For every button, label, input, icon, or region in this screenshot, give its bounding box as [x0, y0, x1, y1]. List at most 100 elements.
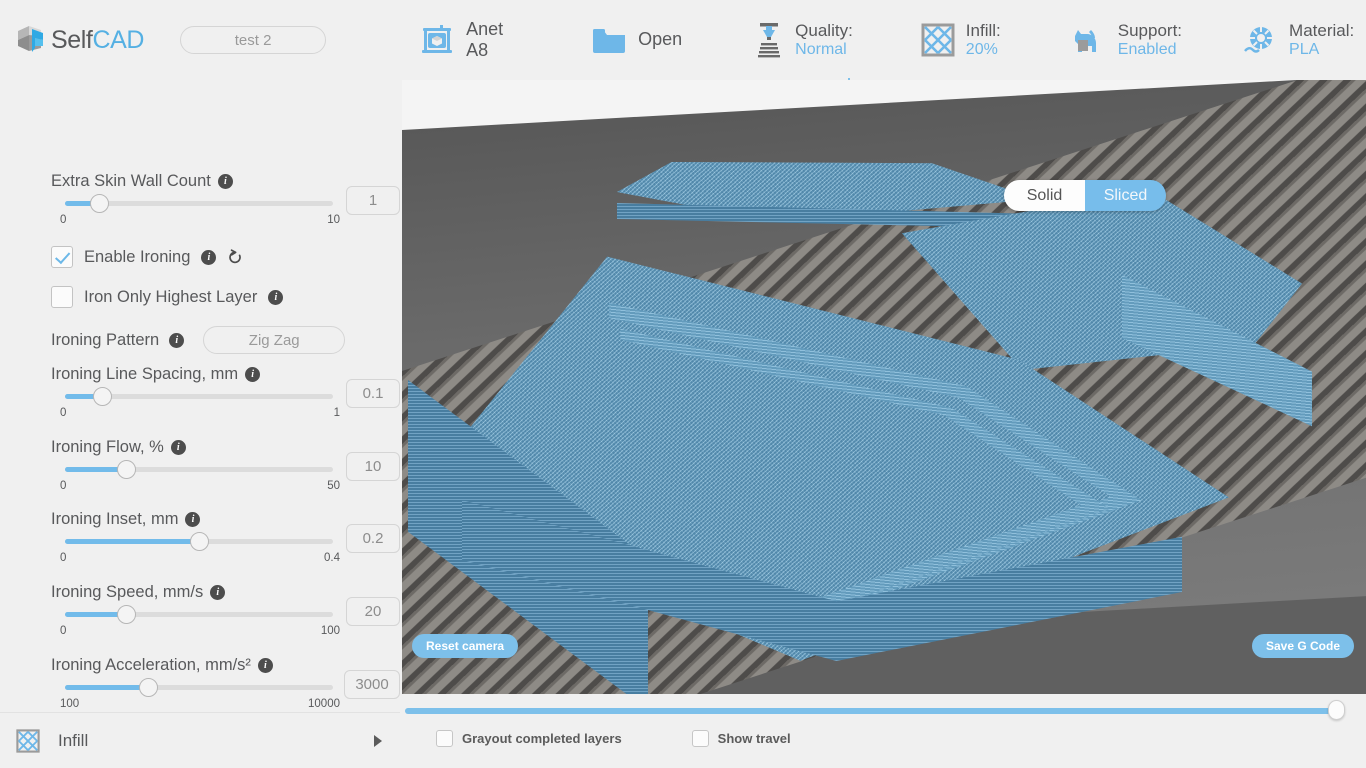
slider-max-label: 100 [320, 625, 340, 637]
viewport-options: Grayout completed layers Show travel [436, 730, 791, 747]
quality-label-group: Quality: Normal [795, 21, 853, 60]
support-dog-icon [1069, 24, 1107, 56]
slider-fill [65, 685, 149, 690]
setting-value-input[interactable]: 0.1 [346, 379, 400, 408]
info-icon[interactable]: i [257, 658, 273, 673]
slider-min-label: 0 [60, 407, 67, 419]
setting-label: Ironing Line Spacing, mm [51, 365, 239, 383]
slider-track[interactable] [65, 605, 333, 624]
support-label: Support: [1117, 20, 1183, 40]
setting-checkbox[interactable] [51, 286, 73, 308]
slider-row: 0 10 1 [0, 186, 400, 235]
slider-min-label: 100 [60, 698, 80, 710]
infill-grid-icon [921, 23, 955, 57]
layer-slider[interactable] [405, 700, 1345, 720]
infill-label-group: Infill: 20% [966, 21, 1001, 60]
setting-label-group: Ironing Line Spacing, mm i [0, 365, 400, 384]
slider-row: 0 100 20 [0, 597, 400, 646]
setting-row: Extra Skin Wall Count i 0 10 1 [0, 172, 400, 235]
checkbox-row[interactable]: Iron Only Highest Layer i [0, 286, 400, 308]
reset-icon[interactable] [227, 249, 243, 265]
project-name-input[interactable] [180, 26, 327, 54]
info-icon[interactable]: i [217, 174, 233, 189]
info-icon[interactable]: i [201, 249, 217, 265]
slider-thumb[interactable] [90, 194, 110, 213]
slider-row: 0 1 0.1 [0, 379, 400, 428]
checkbox-row[interactable]: Enable Ironing i [0, 246, 400, 268]
printer-name: Anet A8 [466, 18, 504, 60]
view-mode-toggle[interactable]: Solid Sliced [1004, 180, 1166, 211]
slider-track[interactable] [65, 678, 333, 697]
setting-row: Enable Ironing i [0, 246, 400, 268]
info-icon[interactable]: i [268, 289, 284, 305]
slider-min-label: 0 [60, 480, 67, 492]
open-label-group: Open [638, 29, 682, 50]
setting-value-input[interactable]: 3000 [344, 670, 400, 699]
setting-label: Ironing Acceleration, mm/s² [51, 656, 251, 674]
option-checkbox[interactable] [436, 730, 453, 747]
info-icon[interactable]: i [170, 440, 186, 455]
slider-thumb[interactable] [189, 532, 209, 551]
option-checkbox[interactable] [691, 730, 709, 747]
info-icon[interactable]: i [210, 585, 226, 600]
setting-value-input[interactable]: 20 [346, 597, 400, 626]
setting-value-input[interactable]: 10 [346, 452, 400, 481]
slider-min-label: 0 [60, 214, 67, 226]
setting-label-group: Ironing Acceleration, mm/s² i [0, 656, 400, 675]
view-mode-sliced[interactable]: Sliced [1085, 180, 1166, 211]
logo-text: SelfCAD [51, 26, 144, 55]
slider-thumb[interactable] [138, 678, 158, 697]
slider-thumb[interactable] [117, 605, 137, 624]
setting-label-group: Extra Skin Wall Count i [0, 172, 400, 191]
info-icon[interactable]: i [185, 512, 201, 527]
layer-slider-thumb[interactable] [1327, 700, 1345, 720]
checkbox-label: Enable Ironing [84, 247, 191, 266]
spool-icon [1242, 22, 1278, 58]
slider-track[interactable] [65, 194, 333, 213]
setting-row: Ironing Acceleration, mm/s² i 100 10000 3000 [0, 656, 400, 719]
reset-camera-button[interactable]: Reset camera [412, 634, 519, 658]
setting-value-input[interactable]: 1 [346, 186, 400, 215]
info-icon[interactable]: i [245, 367, 261, 382]
slider-track[interactable] [65, 460, 333, 479]
select-label: Ironing Pattern [51, 330, 160, 349]
sidebar-category-infill[interactable]: Infill [0, 712, 400, 768]
slider-thumb[interactable] [93, 387, 113, 406]
quality-button[interactable]: Quality: Normal [754, 0, 853, 80]
printer-selector-button[interactable]: Anet A8 [419, 0, 503, 80]
slider-row: 0 0.4 0.2 [0, 524, 400, 573]
printer-icon [419, 22, 455, 58]
setting-value-input[interactable]: 0.2 [346, 524, 400, 553]
slider-thumb[interactable] [117, 460, 137, 479]
bottom-bar: Grayout completed layers Show travel [400, 694, 1366, 768]
selfcad-slicer-window: SelfCAD Anet A8 [0, 0, 1366, 768]
setting-row: Ironing Inset, mm i 0 0.4 0.2 [0, 510, 400, 573]
option-label: Show travel [717, 731, 791, 746]
setting-label: Extra Skin Wall Count [51, 172, 211, 190]
layer-slider-fill [405, 708, 1336, 714]
3d-viewport[interactable]: Solid Sliced Reset camera Save G Code [402, 80, 1366, 694]
infill-button[interactable]: Infill: 20% [921, 0, 1001, 80]
quality-value: Normal [795, 40, 847, 58]
material-label-group: Material: PLA [1289, 21, 1354, 60]
slider-track[interactable] [65, 532, 333, 551]
slider-track[interactable] [65, 387, 333, 406]
nozzle-icon [754, 20, 784, 60]
viewport-option[interactable]: Grayout completed layers [436, 730, 622, 747]
slider-max-label: 1 [333, 407, 340, 419]
setting-checkbox[interactable] [51, 246, 73, 268]
open-button[interactable]: Open [591, 0, 682, 80]
slider-row: 0 50 10 [0, 452, 400, 501]
info-icon[interactable]: i [169, 332, 185, 348]
save-gcode-button[interactable]: Save G Code [1251, 634, 1354, 658]
slider-max-label: 10 [327, 214, 340, 226]
slider-fill [65, 539, 199, 544]
top-toolbar: SelfCAD Anet A8 [0, 0, 1366, 80]
ironing-pattern-select[interactable]: Zig Zag [203, 326, 346, 354]
view-mode-solid[interactable]: Solid [1004, 180, 1085, 211]
infill-value: 20% [965, 40, 998, 58]
material-button[interactable]: Material: PLA [1242, 0, 1354, 80]
support-button[interactable]: Support: Enabled [1069, 0, 1182, 80]
selfcad-logo[interactable]: SelfCAD [16, 24, 144, 56]
viewport-option[interactable]: Show travel [691, 730, 791, 747]
